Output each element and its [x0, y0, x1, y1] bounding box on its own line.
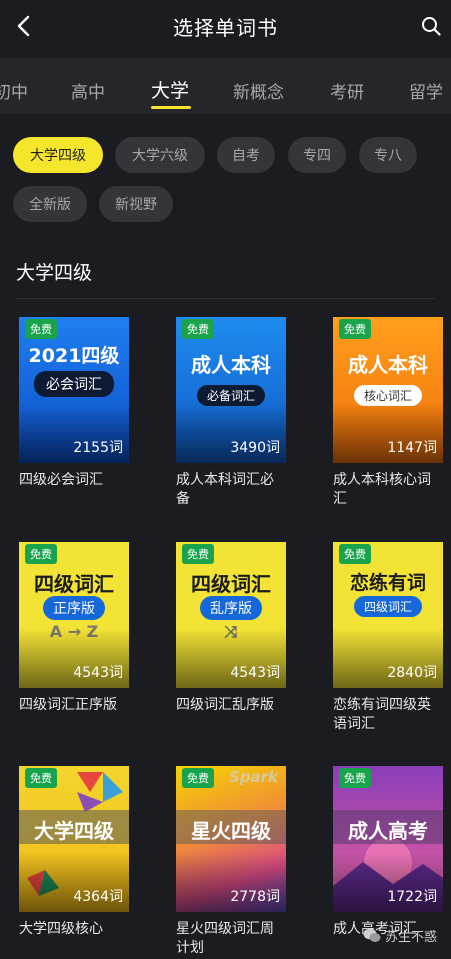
free-badge: 免费	[339, 544, 371, 564]
category-tabs: 初中 高中 大学 新概念 考研 留学	[0, 58, 451, 114]
book-card[interactable]: 成人高考 免费 1722词 成人高考词汇	[333, 766, 443, 939]
book-cover: 2021四级 必会词汇 免费 2155词	[19, 317, 129, 463]
free-badge: 免费	[25, 544, 57, 564]
free-badge: 免费	[25, 768, 57, 788]
word-count: 4543词	[73, 665, 123, 681]
book-title: 成人本科核心词汇	[333, 472, 431, 507]
book-card[interactable]: 成人本科 核心词汇 免费 1147词 成人本科核心词汇	[333, 317, 443, 509]
book-card[interactable]: Spark 星火四级 免费 2778词 星火四级词汇周计划	[176, 766, 286, 958]
tab-study-abroad[interactable]: 留学	[409, 78, 443, 103]
word-count: 3490词	[230, 440, 280, 456]
cover-title: 四级词汇	[191, 572, 271, 596]
book-cover: 成人本科 核心词汇 免费 1147词	[333, 317, 443, 463]
cover-title: 成人本科	[191, 353, 271, 377]
search-button[interactable]	[415, 10, 447, 42]
watermark-text: 苏生不惑	[384, 930, 437, 945]
book-title: 四级必会词汇	[19, 472, 103, 488]
book-card[interactable]: 四级词汇 乱序版 ⤨ 免费 4543词 四级词汇乱序版	[176, 542, 286, 715]
cover-title: 恋练有词	[349, 572, 426, 594]
free-badge: 免费	[25, 319, 57, 339]
word-count: 2840词	[387, 665, 437, 681]
cover-title: 大学四级	[34, 819, 114, 843]
book-card[interactable]: 恋练有词 四级词汇 免费 2840词 恋练有词四级英语词汇	[333, 542, 443, 734]
book-card[interactable]: 大学四级 免费 4364词 大学四级核心	[19, 766, 129, 939]
watermark: 苏生不惑	[363, 926, 437, 945]
spark-logo: Spark	[228, 768, 278, 786]
book-title: 四级词汇乱序版	[176, 697, 274, 713]
word-count: 1722词	[387, 889, 437, 905]
active-tab-indicator	[151, 106, 191, 109]
free-badge: 免费	[339, 319, 371, 339]
tab-junior-high[interactable]: 初中	[0, 78, 28, 103]
book-cover: 大学四级 免费 4364词	[19, 766, 129, 912]
chip-new-horizon[interactable]: 新视野	[99, 186, 173, 222]
search-icon	[422, 17, 441, 36]
book-cover: 四级词汇 正序版 A → Z 免费 4543词	[19, 542, 129, 688]
free-badge: 免费	[182, 544, 214, 564]
wechat-icon	[363, 928, 381, 942]
book-cover: 四级词汇 乱序版 ⤨ 免费 4543词	[176, 542, 286, 688]
cover-subtitle: 必会词汇	[34, 371, 114, 397]
cover-title: 成人本科	[348, 353, 428, 377]
free-badge: 免费	[339, 768, 371, 788]
cover-title: 星火四级	[191, 819, 271, 843]
word-count: 4364词	[73, 889, 123, 905]
chip-cet4[interactable]: 大学四级	[13, 137, 103, 173]
cover-subtitle: 正序版	[43, 596, 105, 620]
cover-subtitle: 乱序版	[200, 596, 262, 620]
section-divider	[16, 298, 435, 299]
book-card[interactable]: 成人本科 必备词汇 免费 3490词 成人本科词汇必备	[176, 317, 286, 509]
chip-tem8[interactable]: 专八	[359, 137, 417, 173]
tab-senior-high[interactable]: 高中	[71, 78, 105, 103]
tab-postgraduate[interactable]: 考研	[330, 78, 364, 103]
book-title: 星火四级词汇周计划	[176, 921, 274, 956]
cover-title: 成人高考	[348, 819, 428, 843]
page-title: 选择单词书	[173, 15, 278, 40]
tab-university[interactable]: 大学	[151, 76, 189, 103]
book-card[interactable]: 2021四级 必会词汇 免费 2155词 四级必会词汇	[19, 317, 129, 490]
word-count: 1147词	[387, 440, 437, 456]
book-cover: Spark 星火四级 免费 2778词	[176, 766, 286, 912]
top-bar: 选择单词书	[0, 0, 451, 52]
word-count: 2778词	[230, 889, 280, 905]
word-count: 4543词	[230, 665, 280, 681]
cover-title: 四级词汇	[34, 572, 114, 596]
book-cover: 成人本科 必备词汇 免费 3490词	[176, 317, 286, 463]
book-card[interactable]: 四级词汇 正序版 A → Z 免费 4543词 四级词汇正序版	[19, 542, 129, 715]
book-title: 四级词汇正序版	[19, 697, 117, 713]
free-badge: 免费	[182, 768, 214, 788]
word-count: 2155词	[73, 440, 123, 456]
section-title: 大学四级	[16, 262, 93, 284]
chevron-left-icon	[17, 15, 30, 37]
chip-tem4[interactable]: 专四	[288, 137, 346, 173]
book-cover: 成人高考 免费 1722词	[333, 766, 443, 912]
free-badge: 免费	[182, 319, 214, 339]
chip-new-edition[interactable]: 全新版	[13, 186, 87, 222]
tab-new-concept[interactable]: 新概念	[233, 78, 284, 103]
cover-subtitle: 四级词汇	[353, 596, 423, 617]
book-cover: 恋练有词 四级词汇 免费 2840词	[333, 542, 443, 688]
book-title: 恋练有词四级英语词汇	[333, 697, 431, 732]
cover-title: 2021四级	[28, 345, 120, 367]
book-title: 大学四级核心	[19, 921, 103, 937]
chip-cet6[interactable]: 大学六级	[115, 137, 205, 173]
back-button[interactable]	[8, 10, 40, 42]
chip-self-study[interactable]: 自考	[217, 137, 275, 173]
book-title: 成人本科词汇必备	[176, 472, 274, 507]
